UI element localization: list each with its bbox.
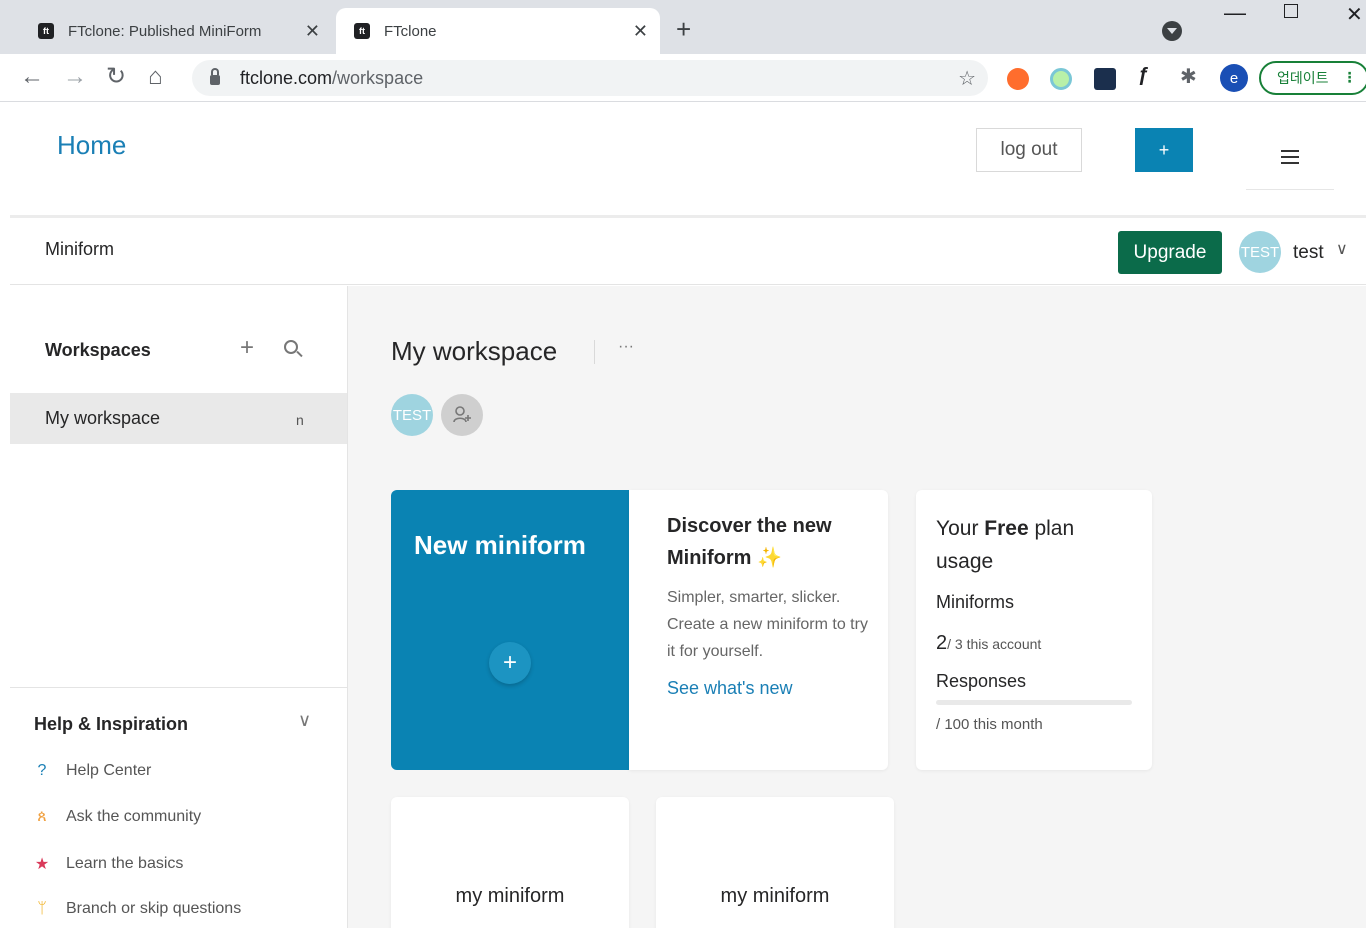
plus-icon: +	[489, 642, 531, 684]
help-item-label: Learn the basics	[66, 855, 184, 872]
miniforms-limit: / 3 this account	[947, 636, 1042, 652]
star-icon: ★	[34, 856, 50, 873]
home-icon[interactable]: ⌂	[148, 62, 163, 92]
lock-icon	[210, 68, 220, 85]
miniforms-count: 2/ 3 this account	[936, 632, 1041, 655]
see-whats-new-link[interactable]: See what's new	[667, 678, 793, 699]
new-miniform-title: New miniform	[414, 530, 586, 560]
logout-button[interactable]: log out	[976, 128, 1082, 172]
workspace-header: Miniform Upgrade TEST test ∨	[10, 221, 1366, 285]
plan-title-prefix: Your	[936, 517, 985, 540]
discover-title: Discover the new Miniform ✨	[667, 510, 867, 574]
search-icon[interactable]	[284, 340, 298, 354]
plan-title: Your Free plan usage	[936, 512, 1116, 578]
help-item-label: Help Center	[66, 762, 152, 779]
help-heading: Help & Inspiration	[34, 714, 189, 734]
sparkle-icon: ✨	[757, 547, 782, 569]
back-icon[interactable]: ←	[20, 62, 44, 92]
hamburger-icon	[1281, 150, 1299, 164]
browser-update-button[interactable]: 업데이트 ⋮	[1259, 61, 1366, 95]
workspace-main: My workspace ··· TEST New miniform + Dis…	[348, 286, 1366, 928]
browser-tab-published[interactable]: ft FTclone: Published MiniForm ✕	[10, 8, 332, 54]
sidebar-item-my-workspace[interactable]: My workspace n	[10, 393, 347, 444]
url-host: ftclone.com	[240, 67, 333, 88]
help-item-help-center[interactable]: ? Help Center	[32, 762, 152, 780]
browser-toolbar: ← → ↻ ⌂ ftclone.com/workspace ☆ ƒ ✱ e 업데…	[0, 54, 1366, 102]
help-item-branching[interactable]: ᛘ Branch or skip questions	[32, 900, 241, 918]
forward-icon[interactable]: →	[63, 62, 87, 92]
new-miniform-card[interactable]: New miniform +	[391, 490, 629, 770]
plan-name: Free	[984, 517, 1029, 540]
app-header: Home log out +	[10, 102, 1366, 218]
browser-tabstrip: ft FTclone: Published MiniForm ✕ ft FTcl…	[0, 0, 1366, 54]
extension-icon[interactable]	[1050, 68, 1072, 90]
extension-icon[interactable]: ƒ	[1138, 64, 1160, 86]
browser-tab-active[interactable]: ft FTclone ✕	[336, 8, 660, 54]
chevron-down-icon[interactable]: ∨	[298, 710, 311, 731]
help-item-label: Ask the community	[66, 808, 202, 825]
question-icon: ?	[37, 762, 47, 779]
tab-title: FTclone: Published MiniForm	[68, 22, 262, 40]
minimize-icon[interactable]: —	[1224, 0, 1246, 26]
tab-title: FTclone	[384, 22, 437, 40]
update-label: 업데이트	[1277, 71, 1329, 87]
discover-card: Discover the new Miniform ✨ Simpler, sma…	[629, 490, 888, 770]
divider	[594, 340, 595, 364]
form-card-title: my miniform	[720, 885, 830, 907]
new-tab-button[interactable]: +	[676, 14, 691, 45]
close-icon[interactable]: ✕	[305, 21, 320, 42]
kebab-menu-icon: ⋮	[1342, 70, 1357, 86]
invite-member-button[interactable]	[441, 394, 483, 436]
form-card[interactable]: my miniform	[391, 797, 629, 928]
branch-icon: ᛘ	[37, 900, 47, 917]
workspace-count: n	[296, 412, 304, 428]
extension-icon[interactable]	[1007, 68, 1029, 90]
close-icon[interactable]: ✕	[633, 21, 648, 42]
chevron-down-icon[interactable]: ∨	[1336, 239, 1348, 259]
add-user-icon	[453, 406, 471, 423]
form-card-title: my miniform	[455, 885, 565, 907]
hamburger-menu-button[interactable]	[1246, 138, 1334, 190]
username[interactable]: test	[1293, 242, 1324, 264]
help-item-basics[interactable]: ★ Learn the basics	[32, 854, 184, 874]
help-item-community[interactable]: ጰ Ask the community	[32, 808, 201, 826]
puzzle-icon[interactable]: ✱	[1180, 64, 1202, 88]
discover-title-text: Discover the new Miniform	[667, 515, 832, 569]
sidebar: Workspaces + My workspace n Help & Inspi…	[10, 286, 348, 928]
tab-search-icon[interactable]	[1162, 21, 1182, 41]
react-devtools-icon[interactable]	[1094, 68, 1116, 90]
avatar[interactable]: TEST	[1239, 231, 1281, 273]
upgrade-button[interactable]: Upgrade	[1118, 231, 1222, 274]
favicon-icon: ft	[38, 23, 54, 39]
responses-label: Responses	[936, 671, 1027, 691]
bookmark-star-icon[interactable]: ☆	[958, 66, 976, 91]
help-section: Help & Inspiration ∨ ? Help Center ጰ Ask…	[10, 687, 347, 928]
workspaces-heading: Workspaces	[45, 340, 151, 360]
reload-icon[interactable]: ↻	[106, 62, 126, 92]
member-avatar[interactable]: TEST	[391, 394, 433, 436]
workspace-label: My workspace	[45, 408, 161, 428]
address-bar[interactable]: ftclone.com/workspace ☆	[192, 60, 988, 96]
more-options-icon[interactable]: ···	[618, 338, 634, 356]
form-card[interactable]: my miniform	[656, 797, 894, 928]
url-path: /workspace	[332, 67, 424, 88]
help-item-label: Branch or skip questions	[66, 900, 242, 917]
discover-body: Simpler, smarter, slicker. Create a new …	[667, 589, 868, 660]
create-button[interactable]: +	[1135, 128, 1193, 172]
page-title: My workspace	[391, 336, 558, 366]
responses-limit: / 100 this month	[936, 716, 1043, 733]
profile-avatar[interactable]: e	[1220, 64, 1248, 92]
favicon-icon: ft	[354, 23, 370, 39]
miniforms-label: Miniforms	[936, 592, 1015, 612]
home-link[interactable]: Home	[57, 130, 126, 161]
maximize-icon[interactable]	[1284, 4, 1298, 18]
community-icon: ጰ	[37, 808, 47, 825]
brand-name: Miniform	[45, 239, 115, 259]
responses-progress-bar	[936, 700, 1132, 705]
plan-usage-card: Your Free plan usage Miniforms 2/ 3 this…	[916, 490, 1152, 770]
add-workspace-icon[interactable]: +	[240, 334, 254, 362]
window-close-icon[interactable]: ✕	[1346, 2, 1363, 27]
miniforms-used: 2	[936, 632, 948, 654]
